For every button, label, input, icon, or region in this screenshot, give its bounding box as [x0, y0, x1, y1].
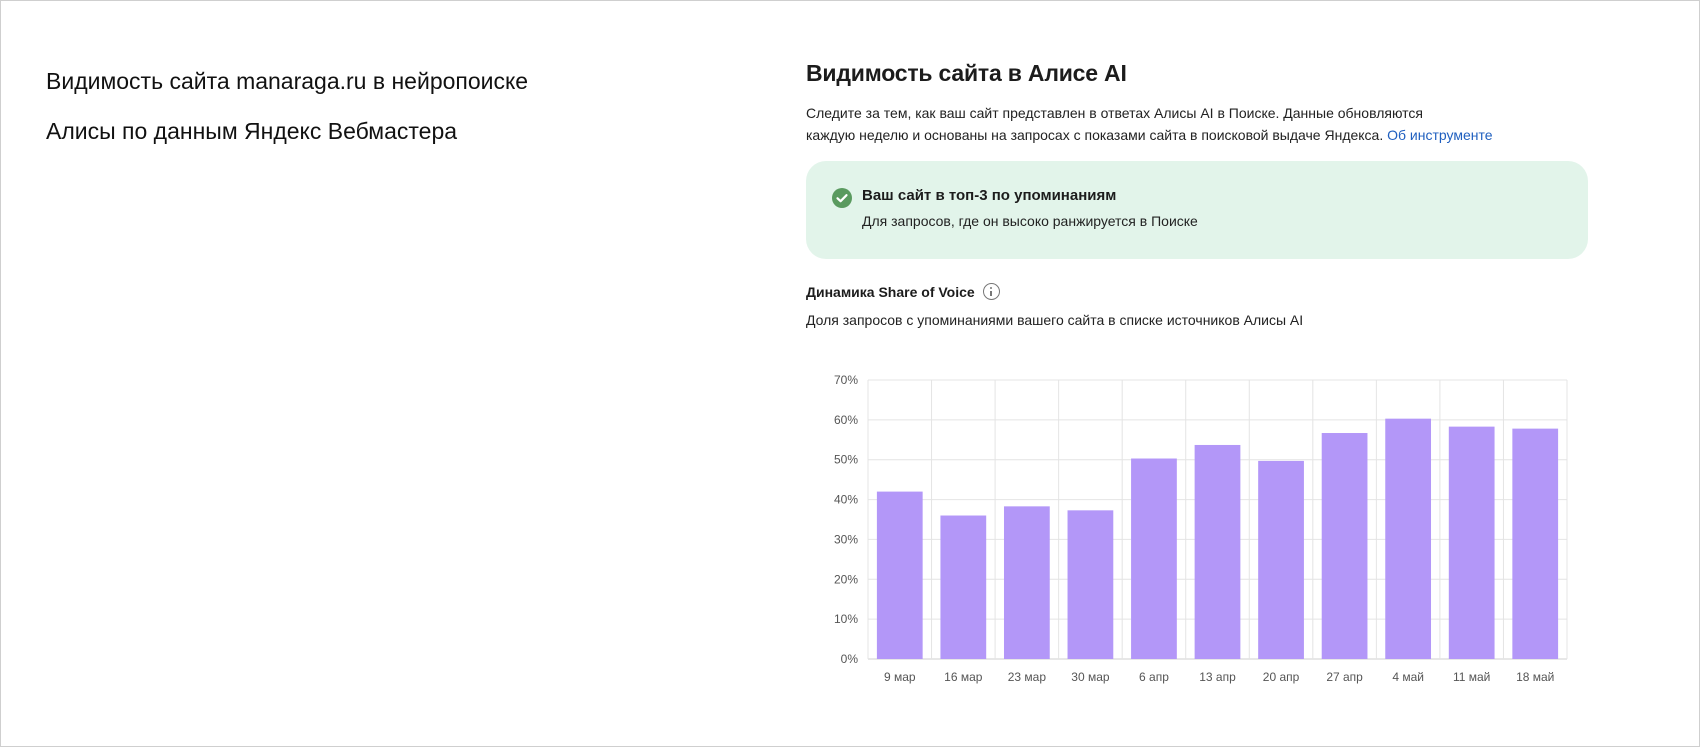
x-tick-label: 18 май — [1516, 670, 1554, 684]
x-tick-label: 9 мар — [884, 670, 916, 684]
notice-subtitle: Для запросов, где он высоко ранжируется … — [862, 213, 1198, 229]
bar — [1131, 458, 1177, 659]
panel-description: Следите за тем, как ваш сайт представлен… — [806, 102, 1566, 146]
bar — [1258, 460, 1304, 659]
about-tool-link[interactable]: Об инструменте — [1387, 127, 1492, 143]
y-tick-label: 60% — [834, 413, 858, 427]
panel-desc-line-1: Следите за тем, как ваш сайт представлен… — [806, 105, 1423, 121]
bar — [1067, 510, 1114, 659]
bar — [1385, 418, 1432, 659]
bar — [1003, 506, 1050, 659]
info-icon[interactable] — [982, 283, 1000, 300]
x-tick-label: 27 апр — [1326, 670, 1363, 684]
y-tick-label: 70% — [834, 373, 858, 387]
caption-line-2: Алисы по данным Яндекс Вебмастера — [46, 118, 458, 144]
x-tick-label: 30 мар — [1071, 670, 1110, 684]
check-circle-icon — [832, 188, 852, 208]
y-tick-label: 20% — [834, 572, 858, 586]
top3-notice: Ваш сайт в топ-3 по упоминаниям Для запр… — [806, 161, 1588, 259]
bar — [940, 515, 987, 659]
x-tick-label: 4 май — [1392, 670, 1424, 684]
notice-title: Ваш сайт в топ-3 по упоминаниям — [862, 187, 1117, 204]
sov-heading: Динамика Share of Voice — [806, 283, 1596, 300]
bar — [1448, 426, 1495, 659]
y-tick-label: 30% — [834, 532, 858, 546]
y-tick-label: 0% — [841, 652, 859, 666]
y-tick-label: 10% — [834, 612, 858, 626]
bar — [876, 491, 923, 659]
x-tick-label: 20 апр — [1263, 670, 1300, 684]
bar — [1512, 428, 1559, 659]
bar — [1194, 444, 1241, 659]
panel-desc-line-2: каждую неделю и основаны на запросах с п… — [806, 127, 1384, 143]
sov-subtitle: Доля запросов с упоминаниями вашего сайт… — [806, 312, 1304, 328]
panel-title: Видимость сайта в Алисе AI — [806, 60, 1127, 86]
x-tick-label: 23 мар — [1008, 670, 1047, 684]
share-of-voice-chart: 0% 10% 20% 30% 40% 50% 60% 70% 9 мар 16 мар 23 мар… — [834, 373, 1568, 684]
slide-caption: Видимость сайта manaraga.ru в нейропоиск… — [46, 56, 528, 156]
bar — [1321, 433, 1368, 659]
y-tick-label: 40% — [834, 493, 858, 507]
x-tick-label: 16 мар — [944, 670, 983, 684]
caption-line-1: Видимость сайта manaraga.ru в нейропоиск… — [46, 68, 529, 94]
x-tick-label: 6 апр — [1139, 670, 1169, 684]
x-tick-label: 11 май — [1453, 670, 1490, 684]
sov-title: Динамика Share of Voice — [806, 283, 975, 300]
alice-visibility-panel: Видимость сайта в Алисе AI Следите за те… — [806, 58, 1596, 328]
x-tick-label: 13 апр — [1199, 670, 1236, 684]
y-tick-label: 50% — [834, 453, 858, 467]
